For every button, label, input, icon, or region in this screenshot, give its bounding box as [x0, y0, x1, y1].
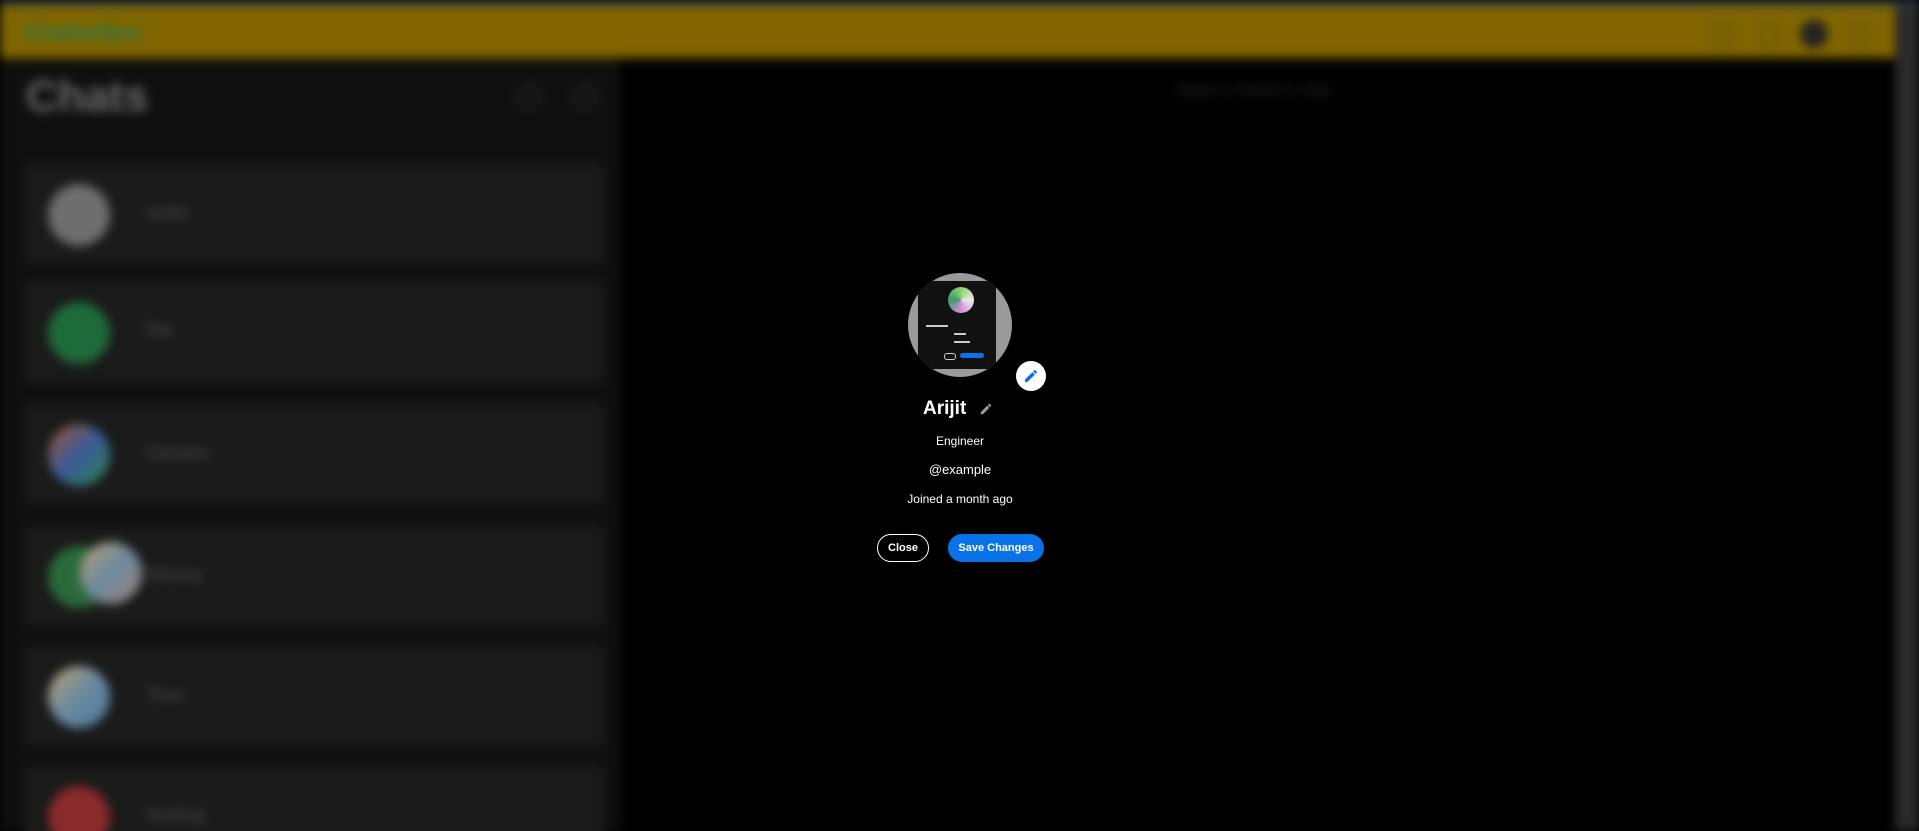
avatar-image — [918, 281, 996, 369]
chat-name: testing — [146, 804, 205, 826]
chat-name: ankit — [146, 202, 189, 224]
avatar-image-line — [926, 325, 948, 327]
chat-list-item: Messy — [24, 526, 604, 626]
profile-avatar-container — [908, 273, 1046, 391]
chat-avatar — [48, 666, 110, 728]
add-chat-icon — [574, 86, 596, 108]
profile-name: Arijit — [923, 398, 967, 419]
chat-avatar — [80, 542, 142, 604]
empty-chat-hint: Select a friend to chat — [1176, 82, 1331, 99]
chat-name: Tour — [146, 684, 185, 706]
profile-modal: Arijit Engineer @example Joined a month … — [860, 268, 1060, 568]
page-scrollbar — [1895, 6, 1919, 831]
profile-username: @example — [928, 462, 992, 477]
profile-bio: Engineer — [935, 434, 985, 448]
avatar-image-circle — [948, 287, 974, 313]
search-icon — [1712, 24, 1734, 46]
sidebar-title: Chats — [26, 72, 149, 121]
user-avatar — [1800, 20, 1828, 48]
chat-name: fifa — [146, 320, 173, 342]
navbar: ChatterBox — [0, 6, 1895, 58]
chat-avatar — [48, 184, 110, 246]
chat-name: Messy — [146, 564, 204, 586]
chat-list-item: ankit — [24, 164, 604, 264]
brand-logo: ChatterBox — [24, 20, 143, 45]
avatar-image-button — [944, 353, 956, 360]
avatar-image-line — [954, 341, 970, 343]
chat-name: Daniau — [146, 442, 210, 464]
profile-joined-date: Joined a month ago — [907, 492, 1013, 506]
page: ChatterBox Chats ankit fifa Daniau Messy… — [0, 0, 1919, 831]
chat-avatar — [48, 424, 110, 486]
chat-list-item: Tour — [24, 646, 604, 746]
chat-list-item: testing — [24, 766, 604, 831]
chat-avatar — [48, 786, 110, 831]
pencil-icon — [980, 403, 992, 414]
notifications-icon — [1758, 24, 1780, 46]
profile-avatar — [908, 273, 1012, 377]
avatar-image-button — [960, 353, 984, 358]
chats-sidebar: Chats ankit fifa Daniau Messy Tour testi… — [0, 58, 620, 831]
save-changes-button[interactable]: Save Changes — [948, 534, 1044, 562]
avatar-image-line — [954, 333, 966, 335]
search-icon — [518, 86, 540, 108]
edit-name-button[interactable] — [977, 401, 995, 419]
pencil-icon — [1025, 369, 1038, 382]
close-button[interactable]: Close — [877, 534, 929, 562]
edit-avatar-button[interactable] — [1016, 361, 1046, 391]
chat-avatar — [48, 302, 110, 364]
chat-list-item: fifa — [24, 282, 604, 382]
name-row: Arijit — [860, 398, 1060, 422]
menu-icon — [1848, 24, 1870, 46]
chat-list-item: Daniau — [24, 404, 604, 504]
